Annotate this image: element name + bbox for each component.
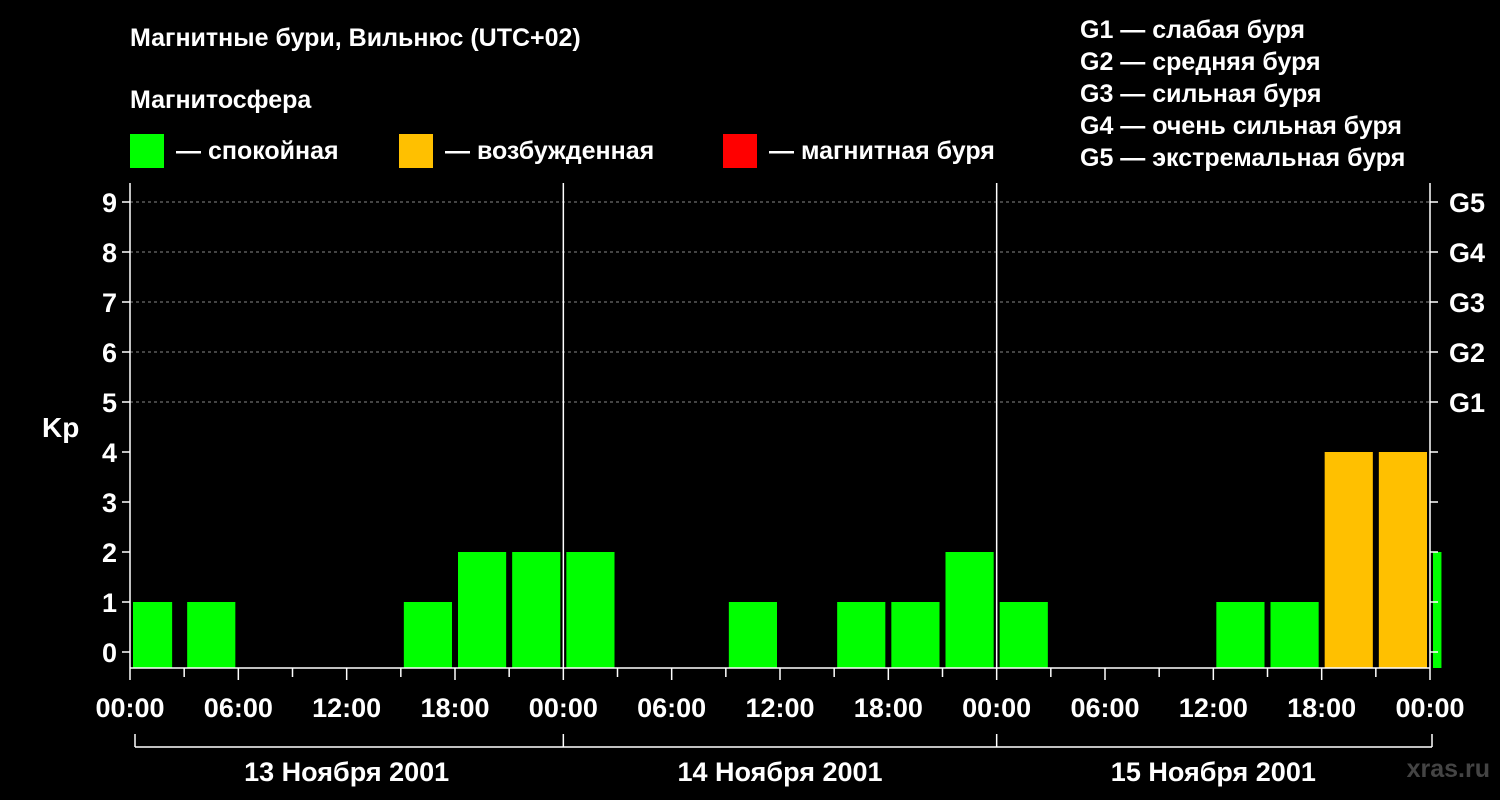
- kp-bar: [566, 552, 615, 668]
- g-level-item: G5 — экстремальная буря: [1080, 144, 1406, 172]
- x-tick-label: 12:00: [1179, 693, 1248, 723]
- g-level-tick-label: G2: [1449, 338, 1485, 368]
- kp-bar: [728, 602, 777, 668]
- y-tick-label: 8: [102, 238, 117, 268]
- y-tick-label: 5: [102, 388, 117, 418]
- chart-title: Магнитные бури, Вильнюс (UTC+02): [130, 24, 581, 52]
- x-tick-label: 18:00: [1287, 693, 1356, 723]
- x-tick-label: 00:00: [95, 693, 164, 723]
- legend-label-active: — возбужденная: [445, 136, 655, 165]
- bars-layer: [133, 452, 1442, 668]
- x-tick-label: 06:00: [637, 693, 706, 723]
- legend-label-quiet: — спокойная: [176, 136, 339, 165]
- y-tick-label: 0: [102, 638, 117, 668]
- axis-layer: 0 1 2 3 4 5 6 7 8 9 G1 G2 G3 G4 G5 00:00 06:00 12:00 18:00…: [95, 183, 1485, 787]
- x-tick-label: 18:00: [420, 693, 489, 723]
- kp-bar: [837, 602, 886, 668]
- day-label: 15 Ноября 2001: [1111, 757, 1316, 787]
- kp-bar: [1324, 452, 1373, 668]
- kp-bar: [1378, 452, 1427, 668]
- x-tick-label: 00:00: [962, 693, 1031, 723]
- legend-item-quiet: — спокойная: [130, 134, 339, 168]
- legend-label-storm: — магнитная буря: [769, 136, 995, 165]
- g-level-item: G3 — сильная буря: [1080, 80, 1322, 108]
- x-tick-label: 06:00: [204, 693, 273, 723]
- x-tick-label: 18:00: [854, 693, 923, 723]
- grid-layer: [130, 201, 1430, 403]
- kp-bar: [458, 552, 507, 668]
- kp-bar: [891, 602, 940, 668]
- legend-item-active: — возбужденная: [399, 134, 654, 168]
- x-tick-label: 12:00: [745, 693, 814, 723]
- y-tick-label: 3: [102, 488, 117, 518]
- legend-swatch-storm: [723, 134, 757, 168]
- g-level-tick-label: G1: [1449, 388, 1485, 418]
- kp-bar: [945, 552, 994, 668]
- kp-bar: [999, 602, 1048, 668]
- legend-swatch-quiet: [130, 134, 164, 168]
- day-label: 14 Ноября 2001: [677, 757, 882, 787]
- kp-bar: [1433, 552, 1442, 668]
- kp-bar: [403, 602, 452, 668]
- y-tick-label: 2: [102, 538, 117, 568]
- g-level-tick-label: G4: [1449, 238, 1485, 268]
- g-level-item: G2 — средняя буря: [1080, 48, 1321, 76]
- magnetosphere-label: Магнитосфера: [130, 86, 312, 114]
- x-tick-label: 06:00: [1070, 693, 1139, 723]
- y-tick-label: 4: [102, 438, 117, 468]
- day-label: 13 Ноября 2001: [244, 757, 449, 787]
- x-tick-label: 12:00: [312, 693, 381, 723]
- g-level-tick-label: G3: [1449, 288, 1485, 318]
- kp-bar: [512, 552, 561, 668]
- legend-item-storm: — магнитная буря: [723, 134, 995, 168]
- x-tick-label: 00:00: [529, 693, 598, 723]
- kp-bar: [187, 602, 236, 668]
- kp-bar: [1270, 602, 1319, 668]
- y-tick-label: 9: [102, 188, 117, 218]
- kp-bar: [133, 602, 173, 668]
- g-level-legend: G1 — слабая буря G2 — средняя буря G3 — …: [1080, 14, 1405, 174]
- y-tick-label: 6: [102, 338, 117, 368]
- watermark: xras.ru: [1406, 755, 1490, 783]
- g-level-item: G1 — слабая буря: [1080, 16, 1306, 44]
- legend-swatch-active: [399, 134, 433, 168]
- g-level-tick-label: G5: [1449, 188, 1485, 218]
- y-tick-label: 7: [102, 288, 117, 318]
- g-level-item: G4 — очень сильная буря: [1080, 112, 1402, 140]
- kp-bar: [1216, 602, 1265, 668]
- x-tick-label: 00:00: [1395, 693, 1464, 723]
- y-tick-label: 1: [102, 588, 117, 618]
- y-axis-label: Kp: [42, 412, 80, 443]
